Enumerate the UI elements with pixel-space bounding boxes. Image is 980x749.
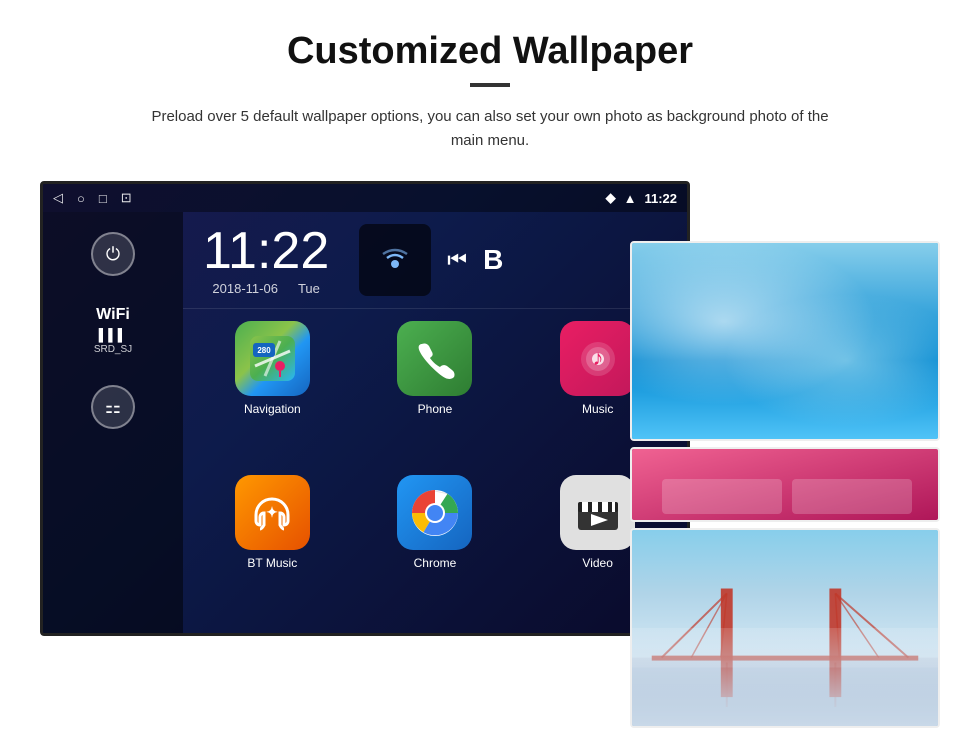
device-wrapper: ◁ ○ □ ⊡ ◆ ▲ 11:22 ⏻ WiFi ▌▌▌ SRD_S [40,181,940,636]
music-icon: ♪ [560,321,635,396]
navigation-icon: 280 [235,321,310,396]
android-screen: ◁ ○ □ ⊡ ◆ ▲ 11:22 ⏻ WiFi ▌▌▌ SRD_S [40,181,690,636]
svg-text:280: 280 [257,346,271,355]
media-label: B [483,244,503,276]
navigation-label: Navigation [244,402,301,416]
clock-area: 11:22 2018-11-06 Tue [183,212,687,309]
left-sidebar: ⏻ WiFi ▌▌▌ SRD_SJ ⚏ [43,212,183,633]
power-icon: ⏻ [106,244,120,265]
music-label: Music [582,402,613,416]
wallpaper-pink-partial[interactable] [630,447,940,522]
pink-wallpaper-svg [632,449,940,522]
wifi-label: WiFi [96,306,130,324]
media-prev-icon[interactable]: ⏮ [447,247,467,273]
media-signal-icon [377,242,413,278]
clock-day: Tue [298,281,320,296]
power-button[interactable]: ⏻ [91,232,135,276]
media-icons: ⏮ B [359,224,503,296]
bluetooth-headphone-icon: ✦ [250,491,294,535]
status-right: ◆ ▲ 11:22 [606,190,677,206]
chrome-label: Chrome [414,556,457,570]
navigation-map-icon: 280 [245,331,300,386]
square-icon[interactable]: □ [99,191,107,206]
music-note-icon: ♪ [577,338,619,380]
back-icon[interactable]: ◁ [53,190,63,206]
wallpaper-ice-thumb[interactable] [630,241,940,441]
wifi-bars: ▌▌▌ [99,328,128,342]
wallpaper-panel [630,241,940,728]
grid-icon: ⚏ [105,397,121,418]
center-content: 11:22 2018-11-06 Tue [183,212,687,633]
title-divider [470,83,510,87]
bridge-wallpaper-svg [632,530,938,726]
location-icon: ◆ [606,190,616,206]
app-chrome[interactable]: Chrome [358,475,513,621]
app-grid: 280 Navigation [183,309,687,633]
home-icon[interactable]: ○ [77,191,85,206]
media-artwork [359,224,431,296]
clock-time: 11:22 [203,225,329,277]
clock-section: 11:22 2018-11-06 Tue [203,225,329,296]
clock-date-value: 2018-11-06 [212,281,278,296]
wifi-ssid: SRD_SJ [94,344,132,355]
svg-text:♪: ♪ [592,345,603,370]
video-icon [560,475,635,550]
main-area: ⏻ WiFi ▌▌▌ SRD_SJ ⚏ 11:22 [43,212,687,633]
video-label: Video [582,556,612,570]
wifi-signal-icon: ▲ [624,191,637,206]
ice-wallpaper-svg [632,243,938,439]
chrome-logo-icon [410,488,460,538]
btmusic-icon: ✦ [235,475,310,550]
clock-date: 2018-11-06 Tue [212,281,319,296]
status-bar: ◁ ○ □ ⊡ ◆ ▲ 11:22 [43,184,687,212]
app-navigation[interactable]: 280 Navigation [195,321,350,467]
status-left: ◁ ○ □ ⊡ [53,190,132,206]
wifi-info: WiFi ▌▌▌ SRD_SJ [94,306,132,355]
svg-text:✦: ✦ [266,504,278,520]
page-description: Preload over 5 default wallpaper options… [140,105,840,153]
wallpaper-bridge-thumb[interactable] [630,528,940,728]
chrome-icon [397,475,472,550]
phone-label: Phone [418,402,453,416]
btmusic-label: BT Music [247,556,297,570]
phone-handset-icon [414,338,456,380]
screenshot-icon[interactable]: ⊡ [121,190,132,206]
apps-button[interactable]: ⚏ [91,385,135,429]
app-btmusic[interactable]: ✦ BT Music [195,475,350,621]
phone-icon [397,321,472,396]
status-time: 11:22 [644,191,677,206]
app-phone[interactable]: Phone [358,321,513,467]
page-title: Customized Wallpaper [287,30,693,73]
video-clapper-icon [573,488,623,538]
